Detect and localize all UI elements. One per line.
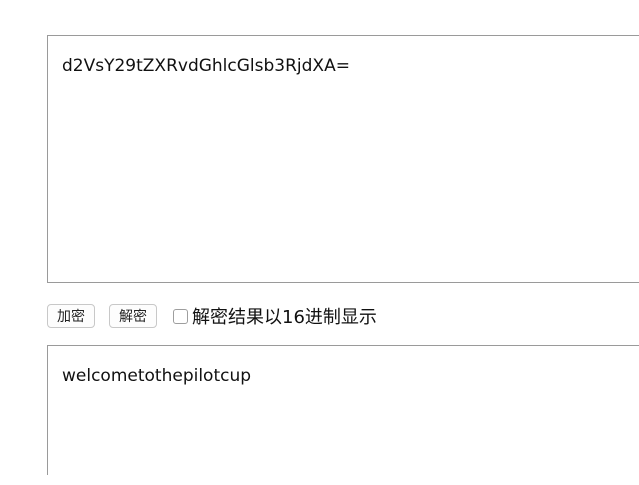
- base64-tool-page: d2VsY29tZXRvdGhlcGlsb3RjdXA= 加密 解密 解密结果以…: [0, 0, 639, 485]
- hex-output-checkbox[interactable]: [173, 308, 188, 324]
- encrypt-button[interactable]: 加密: [47, 304, 95, 328]
- hex-output-option[interactable]: 解密结果以16进制显示: [173, 303, 377, 329]
- input-textarea[interactable]: d2VsY29tZXRvdGhlcGlsb3RjdXA=: [47, 35, 639, 283]
- decrypt-button[interactable]: 解密: [109, 304, 157, 328]
- hex-output-checkbox-label: 解密结果以16进制显示: [192, 307, 377, 328]
- output-textarea[interactable]: welcometothepilotcup: [47, 345, 639, 475]
- controls-row: 加密 解密 解密结果以16进制显示: [47, 303, 377, 329]
